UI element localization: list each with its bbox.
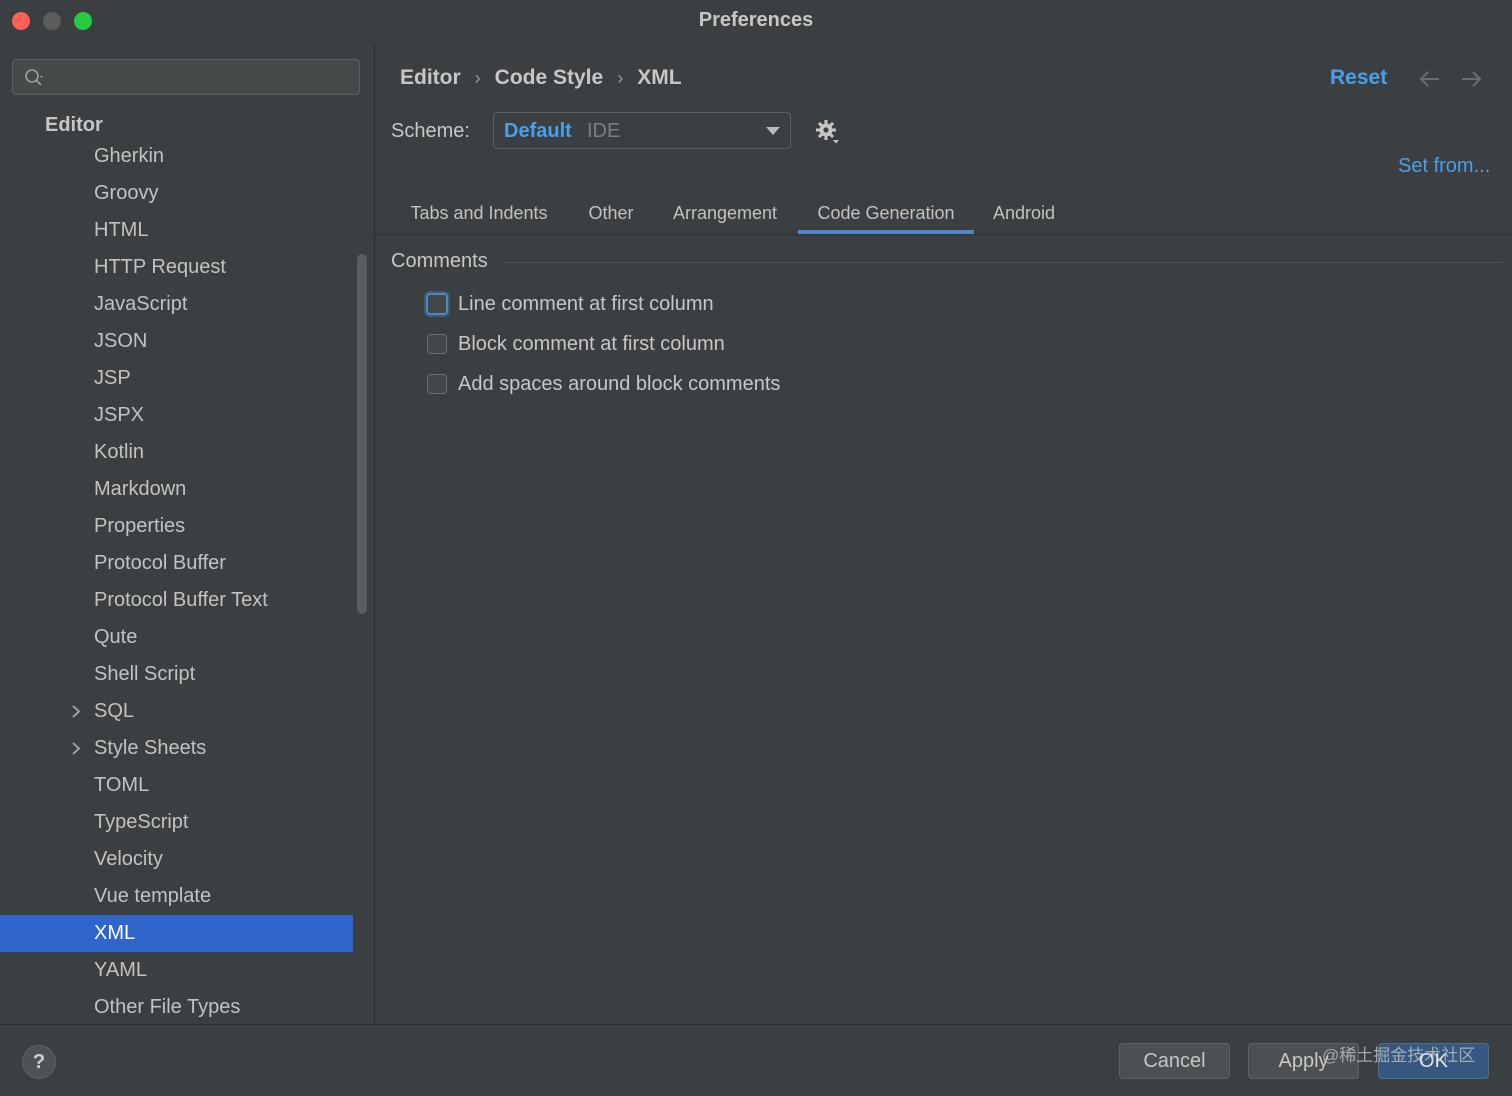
scheme-name: Default	[504, 120, 572, 142]
tab-code-generation[interactable]: Code Generation	[798, 192, 974, 234]
sidebar-item-style-sheets[interactable]: Style Sheets	[0, 730, 353, 767]
tab-other[interactable]: Other	[571, 192, 651, 234]
breadcrumb-item-code-style[interactable]: Code Style	[495, 66, 604, 90]
sidebar-item-typescript[interactable]: TypeScript	[0, 804, 353, 841]
sidebar-item-label: Shell Script	[94, 663, 196, 685]
scheme-dropdown[interactable]: Default IDE	[493, 112, 791, 149]
sidebar-item-label: JSPX	[94, 404, 145, 426]
tab-android[interactable]: Android	[981, 192, 1067, 234]
breadcrumb: Editor › Code Style › XML	[400, 66, 682, 90]
search-icon	[25, 69, 43, 86]
scheme-type: IDE	[587, 120, 621, 142]
sidebar-item-label: Kotlin	[94, 441, 145, 463]
sidebar-item-kotlin[interactable]: Kotlin	[0, 434, 353, 471]
arrow-right-icon[interactable]	[1459, 68, 1483, 90]
dialog-footer: ? Cancel Apply OK @稀土掘金技术社区	[0, 1024, 1512, 1096]
tab-tabs-and-indents[interactable]: Tabs and Indents	[391, 192, 567, 234]
sidebar-item-label: TOML	[94, 774, 150, 796]
sidebar-item-label: Style Sheets	[94, 737, 207, 759]
settings-tree: Gherkin Groovy HTML HTTP Request JavaScript J…	[0, 138, 353, 1026]
add-spaces-block-comments-checkbox[interactable]	[427, 374, 447, 394]
sidebar-item-qute[interactable]: Qute	[0, 619, 353, 656]
sidebar-item-label: Protocol Buffer	[94, 552, 226, 574]
sidebar-item-gherkin[interactable]: Gherkin	[0, 138, 353, 175]
search-input[interactable]	[55, 64, 349, 92]
add-spaces-block-comments-label[interactable]: Add spaces around block comments	[458, 373, 780, 396]
sidebar-item-http-request[interactable]: HTTP Request	[0, 249, 353, 286]
sidebar-item-label: Gherkin	[94, 145, 165, 167]
help-button[interactable]: ?	[22, 1045, 56, 1079]
tab-arrangement[interactable]: Arrangement	[659, 192, 791, 234]
block-comment-first-column-option[interactable]: Block comment at first column	[427, 330, 725, 358]
block-comment-first-column-checkbox[interactable]	[427, 334, 447, 354]
tree-root-editor[interactable]: Editor	[45, 114, 103, 137]
sidebar-item-label: JavaScript	[94, 293, 188, 315]
settings-sidebar: Editor Gherkin Groovy HTML HTTP Request Java…	[0, 44, 375, 1024]
sidebar-item-label: XML	[94, 922, 136, 944]
sidebar-item-xml[interactable]: XML	[0, 915, 353, 952]
sidebar-item-properties[interactable]: Properties	[0, 508, 353, 545]
breadcrumb-separator-icon: ›	[617, 67, 624, 88]
settings-content: Editor › Code Style › XML Reset Scheme: …	[375, 44, 1512, 1024]
add-spaces-block-comments-option[interactable]: Add spaces around block comments	[427, 370, 780, 398]
sidebar-item-other-file-types[interactable]: Other File Types	[0, 989, 353, 1026]
sidebar-scrollbar[interactable]	[357, 254, 367, 614]
comments-group-title: Comments	[391, 250, 488, 272]
watermark: @稀土掘金技术社区	[1322, 1046, 1476, 1065]
sidebar-item-jspx[interactable]: JSPX	[0, 397, 353, 434]
scheme-label: Scheme:	[391, 120, 470, 142]
arrow-left-icon[interactable]	[1418, 68, 1442, 90]
set-from-link[interactable]: Set from...	[1398, 155, 1490, 178]
sidebar-item-label: Markdown	[94, 478, 187, 500]
line-comment-first-column-label[interactable]: Line comment at first column	[458, 293, 714, 316]
line-comment-first-column-option[interactable]: Line comment at first column	[426, 290, 714, 318]
settings-search[interactable]	[12, 59, 360, 95]
sidebar-item-label: HTTP Request	[94, 256, 226, 278]
chevron-down-icon	[766, 127, 780, 135]
sidebar-item-label: YAML	[94, 959, 147, 981]
reset-link[interactable]: Reset	[1330, 66, 1387, 90]
sidebar-item-label: JSON	[94, 330, 148, 352]
code-style-tabs: Tabs and Indents Other Arrangement Code …	[375, 192, 1512, 235]
chevron-right-icon[interactable]	[68, 730, 84, 767]
sidebar-item-label: HTML	[94, 219, 149, 241]
sidebar-item-jsp[interactable]: JSP	[0, 360, 353, 397]
sidebar-item-shell-script[interactable]: Shell Script	[0, 656, 353, 693]
sidebar-item-label: SQL	[94, 700, 135, 722]
sidebar-item-toml[interactable]: TOML	[0, 767, 353, 804]
breadcrumb-separator-icon: ›	[474, 67, 481, 88]
sidebar-item-label: Groovy	[94, 182, 159, 204]
sidebar-item-javascript[interactable]: JavaScript	[0, 286, 353, 323]
sidebar-item-yaml[interactable]: YAML	[0, 952, 353, 989]
sidebar-item-label: Protocol Buffer Text	[94, 589, 268, 611]
line-comment-first-column-checkbox[interactable]	[426, 293, 448, 315]
window-title: Preferences	[698, 9, 814, 31]
breadcrumb-item-xml: XML	[637, 66, 682, 89]
sidebar-item-json[interactable]: JSON	[0, 323, 353, 360]
sidebar-item-protocol-buffer[interactable]: Protocol Buffer	[0, 545, 353, 582]
breadcrumb-item-editor[interactable]: Editor	[400, 66, 461, 90]
sidebar-item-label: Velocity	[94, 848, 163, 870]
gear-icon[interactable]	[815, 119, 841, 145]
sidebar-item-html[interactable]: HTML	[0, 212, 353, 249]
sidebar-item-sql[interactable]: SQL	[0, 693, 353, 730]
preferences-window: Preferences Editor Gherkin Groovy HTML HTTP…	[0, 0, 1512, 1096]
block-comment-first-column-label[interactable]: Block comment at first column	[458, 333, 725, 356]
sidebar-item-markdown[interactable]: Markdown	[0, 471, 353, 508]
sidebar-item-label: Qute	[94, 626, 138, 648]
cancel-button[interactable]: Cancel	[1119, 1043, 1230, 1079]
chevron-right-icon[interactable]	[68, 693, 84, 730]
sidebar-item-label: Vue template	[94, 885, 212, 907]
sidebar-item-label: TypeScript	[94, 811, 189, 833]
sidebar-item-label: JSP	[94, 367, 131, 389]
sidebar-item-label: Other File Types	[94, 996, 241, 1018]
group-divider	[503, 262, 1503, 263]
sidebar-item-groovy[interactable]: Groovy	[0, 175, 353, 212]
sidebar-item-vue-template[interactable]: Vue template	[0, 878, 353, 915]
sidebar-item-velocity[interactable]: Velocity	[0, 841, 353, 878]
sidebar-item-protocol-buffer-text[interactable]: Protocol Buffer Text	[0, 582, 353, 619]
title-bar: Preferences	[0, 0, 1512, 44]
sidebar-item-label: Properties	[94, 515, 186, 537]
